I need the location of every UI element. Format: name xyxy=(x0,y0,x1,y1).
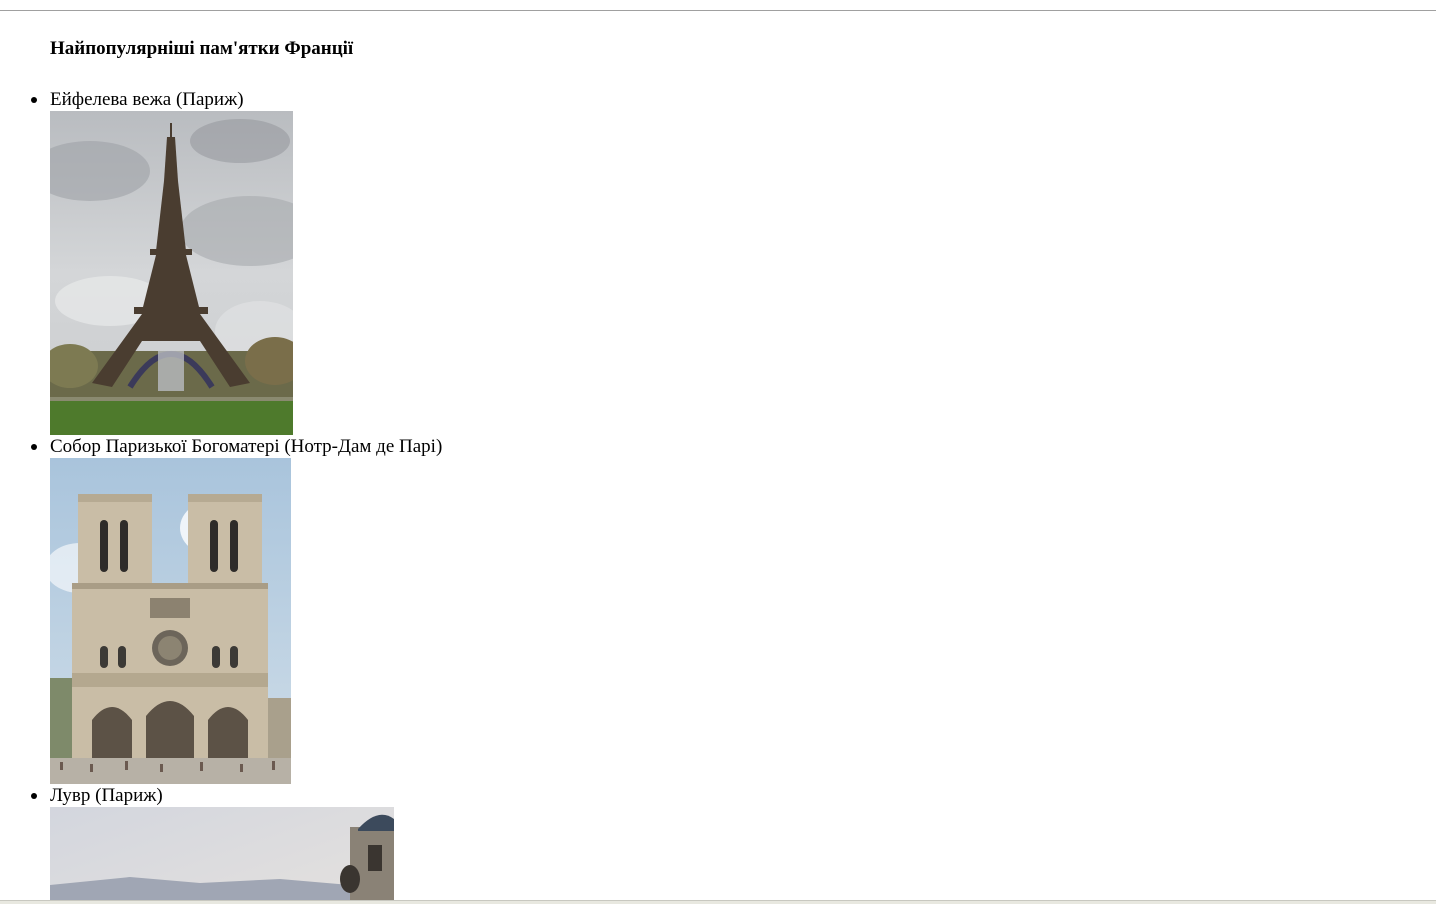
page-content: Найпопулярніші пам'ятки Франції Ейфелева… xyxy=(0,0,1436,900)
list-item: Собор Паризької Богоматері (Нотр-Дам де … xyxy=(31,435,443,784)
eiffel-tower-photo xyxy=(50,111,293,435)
louvre-photo xyxy=(50,807,394,900)
notre-dame-photo xyxy=(50,458,291,784)
bullet-icon xyxy=(31,444,37,450)
bottom-edge xyxy=(0,900,1436,904)
bullet-icon xyxy=(31,97,37,103)
list-item: Лувр (Париж) xyxy=(31,784,442,900)
sight-label: Ейфелева вежа (Париж) xyxy=(50,89,244,110)
sight-label: Лувр (Париж) xyxy=(50,785,163,806)
sight-label: Собор Паризької Богоматері (Нотр-Дам де … xyxy=(50,436,443,457)
sights-list: Ейфелева вежа (Париж) Собор Паризької Бо… xyxy=(0,88,442,900)
page-title: Найпопулярніші пам'ятки Франції xyxy=(50,38,354,59)
list-item: Ейфелева вежа (Париж) xyxy=(31,88,442,435)
bullet-icon xyxy=(31,793,37,799)
